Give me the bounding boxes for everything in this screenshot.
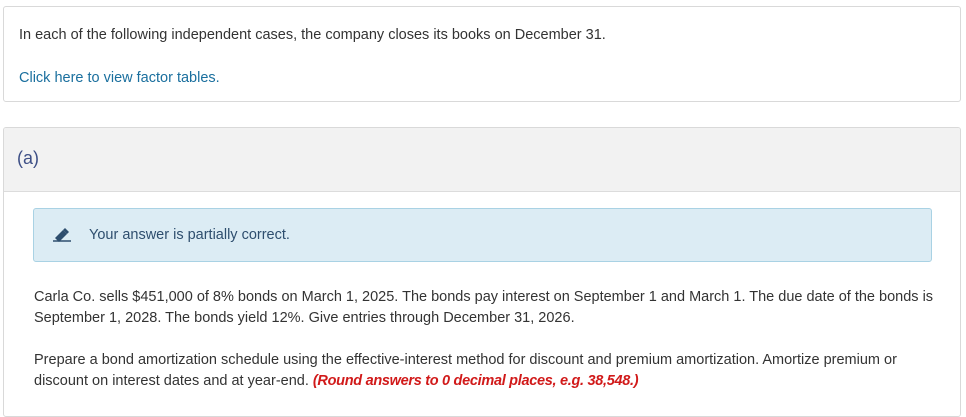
problem-text: Carla Co. sells $451,000 of 8% bonds on … [34, 289, 934, 326]
intro-text: In each of the following independent cas… [19, 27, 606, 43]
intro-card: In each of the following independent cas… [3, 6, 961, 102]
part-a-card: (a) Your answer is partially correct. Ca… [3, 127, 961, 417]
part-header: (a) [4, 128, 960, 192]
rounding-note: (Round answers to 0 decimal places, e.g.… [312, 373, 639, 389]
feedback-text: Your answer is partially correct. [89, 227, 290, 243]
factor-tables-link[interactable]: Click here to view factor tables. [19, 70, 220, 86]
pencil-icon [53, 228, 71, 242]
feedback-banner: Your answer is partially correct. [33, 208, 932, 262]
instructions: Prepare a bond amortization schedule usi… [34, 350, 939, 392]
part-label: (a) [17, 148, 39, 168]
